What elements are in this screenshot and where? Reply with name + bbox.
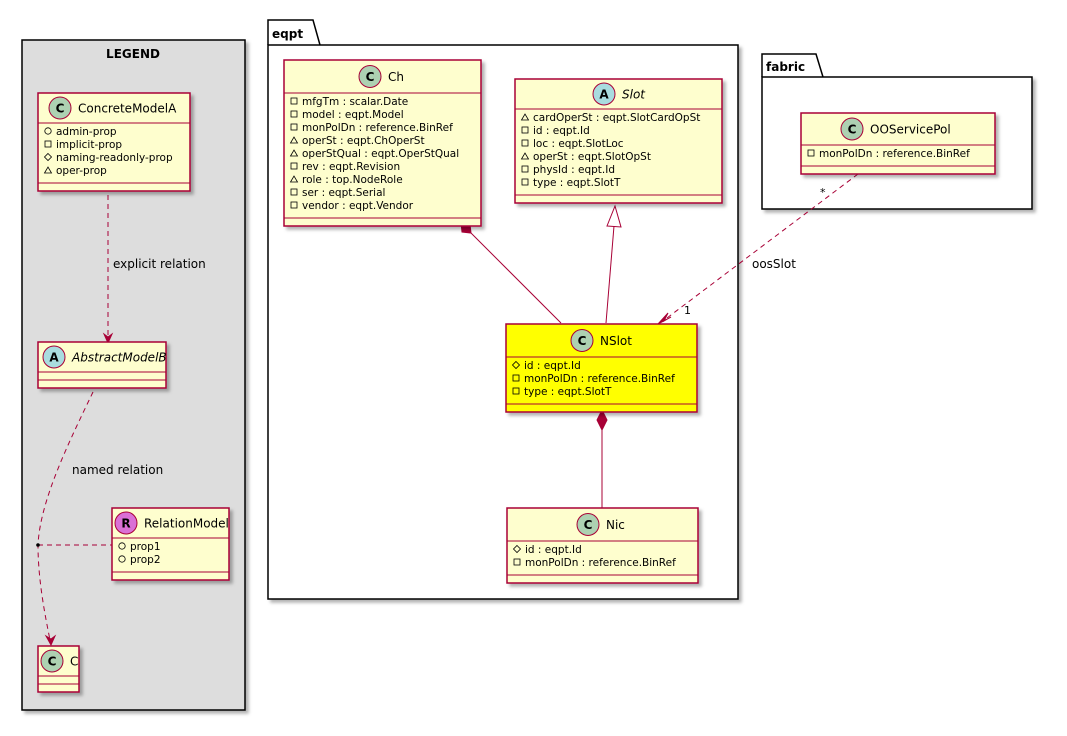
slot-attr-4: physId : eqpt.Id xyxy=(533,164,615,176)
concrete-model-a-attr-2: naming-readonly-prop xyxy=(56,152,173,164)
relation-model-attr-1: prop2 xyxy=(130,554,161,566)
ooservicepol-attr-0: monPolDn : reference.BinRef xyxy=(819,148,970,160)
ch-attr-4: operStQual : eqpt.OperStQual xyxy=(302,148,459,160)
ooservicepol-class: C OOServicePol monPolDn : reference.BinRef xyxy=(800,112,996,175)
slot-attr-1: id : eqpt.Id xyxy=(533,125,590,137)
slot-attr-0: cardOperSt : eqpt.SlotCardOpSt xyxy=(533,112,700,124)
eqpt-title: eqpt xyxy=(272,27,303,41)
ch-attr-3: operSt : eqpt.ChOperSt xyxy=(302,135,425,147)
ch-attr-5: rev : eqpt.Revision xyxy=(302,161,400,173)
named-relation-label: named relation xyxy=(72,463,163,477)
relation-model-class-name: RelationModel xyxy=(144,517,229,531)
ooservicepol-stereotype-letter: C xyxy=(848,123,857,137)
ch-attr-0: mfgTm : scalar.Date xyxy=(302,96,408,108)
nic-class: C Nic id : eqpt.IdmonPolDn : reference.Bin… xyxy=(506,507,699,584)
nslot-class-name: NSlot xyxy=(600,334,632,348)
slot-attr-2: loc : eqpt.SlotLoc xyxy=(533,138,624,150)
concrete-model-a-class-name: ConcreteModelA xyxy=(78,102,177,116)
ooservicepol-class-name: OOServicePol xyxy=(870,123,951,137)
ch-attr-2: monPolDn : reference.BinRef xyxy=(302,122,453,134)
slot-class-name: Slot xyxy=(622,88,646,102)
relation-junction-dot xyxy=(36,543,40,547)
relation-model-class: R RelationModel prop1prop2 xyxy=(111,507,230,581)
abstract-model-b-class: A AbstractModelB xyxy=(37,341,167,389)
nslot-attr-1: monPolDn : reference.BinRef xyxy=(524,373,675,385)
oosslot-label: oosSlot xyxy=(752,257,796,271)
nslot-attr-2: type : eqpt.SlotT xyxy=(524,386,612,398)
abstract-model-b-stereotype-letter: A xyxy=(49,351,59,365)
legend-title: LEGEND xyxy=(106,47,160,61)
abstract-model-b-class-name: AbstractModelB xyxy=(71,351,167,365)
fabric-title: fabric xyxy=(766,60,805,74)
class-c-class: CC xyxy=(37,645,80,693)
oosslot-dst-multiplicity: 1 xyxy=(684,304,691,317)
concrete-model-a-attr-1: implicit-prop xyxy=(56,139,122,151)
slot-attr-5: type : eqpt.SlotT xyxy=(533,177,621,189)
nic-attr-1: monPolDn : reference.BinRef xyxy=(525,557,676,569)
ch-attr-1: model : eqpt.Model xyxy=(302,109,404,121)
relation-model-attr-0: prop1 xyxy=(130,541,161,553)
nslot-stereotype-letter: C xyxy=(578,334,587,348)
concrete-model-a-attr-0: admin-prop xyxy=(56,126,117,138)
nic-class-name: Nic xyxy=(606,518,625,532)
ch-attr-6: role : top.NodeRole xyxy=(302,174,403,186)
slot-attr-3: operSt : eqpt.SlotOpSt xyxy=(533,151,651,163)
ch-attr-8: vendor : eqpt.Vendor xyxy=(302,200,414,212)
oosslot-src-multiplicity: * xyxy=(820,186,826,199)
nslot-attr-0: id : eqpt.Id xyxy=(524,360,581,372)
concrete-model-a-class: C ConcreteModelA admin-propimplicit-propna… xyxy=(37,92,191,192)
ch-class-name: Ch xyxy=(388,70,404,84)
ch-attr-7: ser : eqpt.Serial xyxy=(302,187,385,199)
nic-attr-0: id : eqpt.Id xyxy=(525,544,582,556)
concrete-model-a-attr-3: oper-prop xyxy=(56,165,107,177)
class-c-class-name: C xyxy=(70,655,78,669)
ch-stereotype-letter: C xyxy=(366,70,375,84)
class-c-stereotype-letter: C xyxy=(48,655,57,669)
explicit-relation-label: explicit relation xyxy=(113,257,206,271)
uml-class-diagram: LEGEND eqpt fabric explicit relation nam… xyxy=(21,19,1033,711)
nic-stereotype-letter: C xyxy=(584,518,593,532)
concrete-model-a-stereotype-letter: C xyxy=(56,102,65,116)
slot-class: A Slot cardOperSt : eqpt.SlotCardOpStid : … xyxy=(514,78,723,204)
nslot-class: C NSlot id : eqpt.IdmonPolDn : reference.B… xyxy=(505,323,698,413)
relation-model-stereotype-letter: R xyxy=(121,517,130,531)
ch-class: C Ch mfgTm : scalar.Datemodel : eqpt.Model… xyxy=(283,59,482,227)
slot-stereotype-letter: A xyxy=(599,88,609,102)
